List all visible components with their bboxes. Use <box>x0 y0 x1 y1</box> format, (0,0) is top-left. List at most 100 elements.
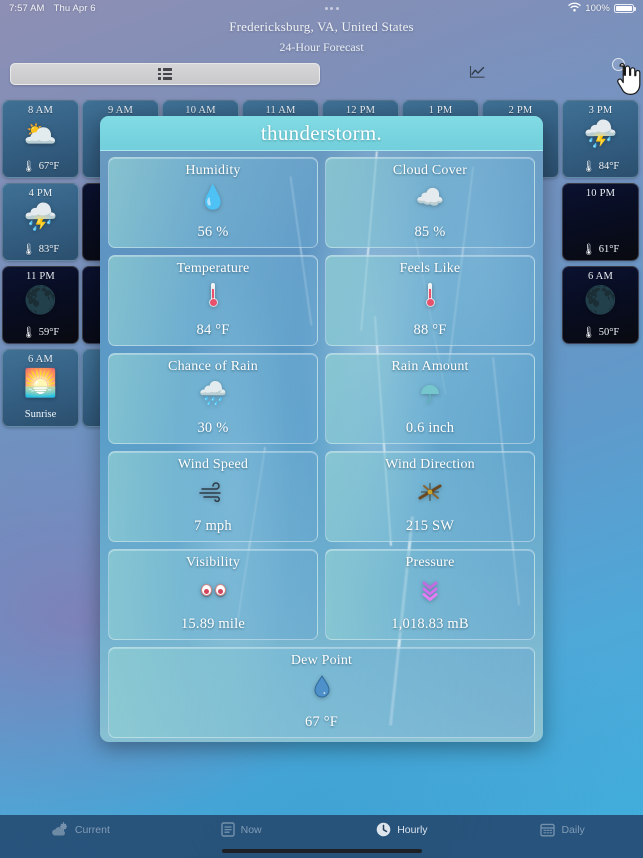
list-view-button[interactable] <box>10 63 320 85</box>
hour-card[interactable]: 8 AM 🌥️ 🌡 67°F <box>2 100 79 178</box>
hour-time: 6 AM <box>587 271 613 282</box>
hour-time: 10 AM <box>185 105 216 116</box>
thermometer-icon: 🌡 <box>21 327 36 339</box>
detail-card-chance-of-rain[interactable]: Chance of Rain 🌧️ 30 % <box>108 353 318 444</box>
location-title: Fredericksburg, VA, United States <box>229 19 414 34</box>
detail-label: Visibility <box>185 555 241 570</box>
hour-card[interactable]: 6 AM 🌑 🌡 50°F <box>562 266 639 344</box>
multitask-handle-icon[interactable] <box>324 7 339 10</box>
battery-full-icon <box>613 3 636 14</box>
tab-hourly[interactable]: Hourly <box>322 822 483 837</box>
hour-temp: 🌡 83°F <box>21 244 60 256</box>
hour-card[interactable]: 3 PM ⛈️ 🌡 84°F <box>562 100 639 178</box>
hour-time: 1 PM <box>428 105 453 116</box>
tab-daily[interactable]: Daily <box>482 822 643 837</box>
home-indicator[interactable] <box>221 848 422 853</box>
umbrella-icon <box>419 375 441 413</box>
detail-value: 7 mph <box>194 518 232 534</box>
tab-current[interactable]: Current <box>0 822 161 837</box>
status-date: Thu Apr 6 <box>53 3 96 14</box>
hour-temp: 🌡 50°F <box>581 327 620 339</box>
hour-time: 11 AM <box>265 105 296 116</box>
tab-label: Now <box>240 823 262 836</box>
thermometer-icon: 🌡 <box>21 244 36 256</box>
detail-label: Wind Speed <box>177 457 249 472</box>
hour-detail-modal: thunderstorm. Humidity 💧 56 % Cloud Cove… <box>100 116 543 742</box>
detail-row: Humidity 💧 56 % Cloud Cover ☁️ 85 % <box>108 157 535 248</box>
detail-card-wind-direction[interactable]: Wind Direction 215 SW <box>325 451 535 542</box>
hour-temp: 🌡 67°F <box>21 161 60 173</box>
cloud-icon: ☁️ <box>415 185 445 210</box>
thunderstorm-icon: ⛈️ <box>583 119 618 149</box>
detail-value: 84 °F <box>196 322 230 338</box>
calendar-icon <box>540 822 556 837</box>
thermometer-icon <box>207 277 220 315</box>
detail-card-cloud-cover[interactable]: Cloud Cover ☁️ 85 % <box>325 157 535 248</box>
detail-value: 85 % <box>414 224 446 240</box>
detail-value: 1,018.83 mB <box>391 616 469 632</box>
detail-card-visibility[interactable]: Visibility 15.89 mile <box>108 549 318 640</box>
detail-card-temperature[interactable]: Temperature 84 °F <box>108 255 318 346</box>
hour-time: 8 AM <box>27 105 53 116</box>
hour-time: 3 PM <box>588 105 613 116</box>
sunrise-label: Sunrise <box>24 409 57 420</box>
detail-label: Pressure <box>405 555 455 570</box>
forecast-subtitle: 24-Hour Forecast <box>279 40 364 54</box>
hour-card[interactable]: 4 PM ⛈️ 🌡 83°F <box>2 183 79 261</box>
page-header: Fredericksburg, VA, United States 24-Hou… <box>0 17 643 57</box>
detail-label: Dew Point <box>290 653 353 668</box>
thermometer-icon: 🌡 <box>581 327 596 339</box>
thermometer-icon: 🌡 <box>581 244 596 256</box>
cloudy-night-icon: 🌑 <box>23 285 58 315</box>
compass-icon <box>416 473 444 511</box>
sun-cloud-icon <box>51 822 69 837</box>
hour-time: 9 AM <box>107 105 133 116</box>
detail-card-humidity[interactable]: Humidity 💧 56 % <box>108 157 318 248</box>
detail-label: Wind Direction <box>385 457 475 472</box>
detail-card-feels-like[interactable]: Feels Like 88 °F <box>325 255 535 346</box>
tab-now[interactable]: Now <box>161 822 322 837</box>
tab-label: Current <box>74 823 110 836</box>
thermometer-icon <box>424 277 437 315</box>
detail-label: Temperature <box>176 261 250 276</box>
modal-title: thunderstorm. <box>260 120 383 145</box>
detail-row: Wind Speed 7 mph Wind Direction 215 SW <box>108 451 535 542</box>
wind-icon <box>198 473 228 511</box>
hour-temp: 🌡 61°F <box>581 244 620 256</box>
tab-label: Daily <box>561 823 585 836</box>
hour-card[interactable]: 10 PM 🌡 61°F <box>562 183 639 261</box>
detail-value: 15.89 mile <box>180 616 246 632</box>
hour-card-sunrise[interactable]: 6 AM 🌅 Sunrise <box>2 349 79 427</box>
partly-cloudy-icon: 🌥️ <box>23 119 58 149</box>
hour-time: 4 PM <box>28 188 53 199</box>
detail-label: Cloud Cover <box>392 163 468 178</box>
thermometer-icon: 🌡 <box>581 161 596 173</box>
tab-label: Hourly <box>397 823 428 836</box>
line-chart-icon <box>469 65 486 84</box>
detail-value: 88 °F <box>413 322 447 338</box>
wifi-icon <box>568 2 581 15</box>
detail-card-pressure[interactable]: Pressure 1,018.83 mB <box>325 549 535 640</box>
detail-card-wind-speed[interactable]: Wind Speed 7 mph <box>108 451 318 542</box>
status-bar: 7:57 AM Thu Apr 6 100% <box>0 0 643 17</box>
detail-value: 0.6 inch <box>405 420 455 436</box>
list-view-icon <box>158 68 172 80</box>
modal-title-bar: thunderstorm. <box>100 116 543 151</box>
hour-time: 10 PM <box>585 188 616 199</box>
status-time: 7:57 AM <box>9 3 45 14</box>
hour-card[interactable]: 11 PM 🌑 🌡 59°F <box>2 266 79 344</box>
detail-card-dew-point[interactable]: Dew Point 67 °F <box>108 647 535 738</box>
chart-view-button[interactable] <box>466 65 488 83</box>
humidity-droplet-icon: 💧 <box>198 185 228 210</box>
detail-card-rain-amount[interactable]: Rain Amount 0.6 inch <box>325 353 535 444</box>
detail-card-list: Humidity 💧 56 % Cloud Cover ☁️ 85 % Temp… <box>100 151 543 742</box>
cloudy-night-icon: 🌑 <box>583 285 618 315</box>
detail-value: 215 SW <box>405 518 455 534</box>
thunderstorm-icon: ⛈️ <box>23 202 58 232</box>
hour-time: 12 PM <box>345 105 376 116</box>
clock-icon <box>376 822 391 837</box>
hour-temp: 🌡 59°F <box>21 327 60 339</box>
toolbar <box>0 63 643 90</box>
detail-row: Visibility 15.89 mile Pressure 1,018.83 … <box>108 549 535 640</box>
eyes-icon <box>200 571 226 609</box>
